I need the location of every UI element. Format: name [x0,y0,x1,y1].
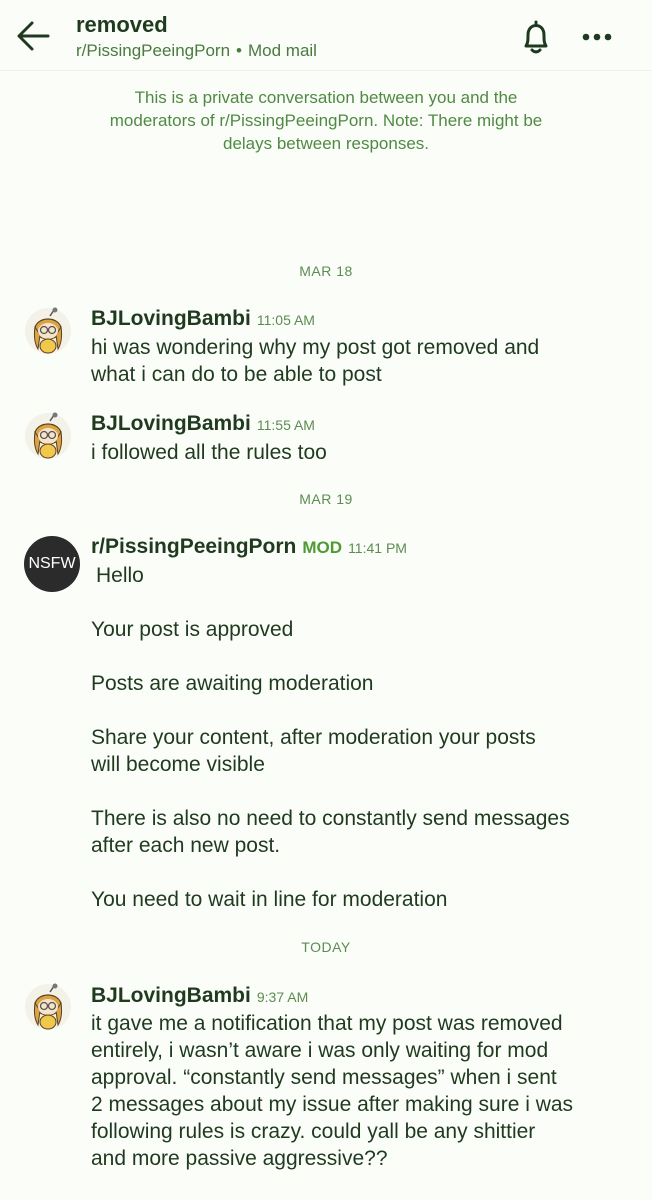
message-body: i followed all the rules too [91,439,631,466]
privacy-notice: This is a private conversation between y… [40,86,612,155]
message-line: approval. “constantly send messages” whe… [91,1066,557,1089]
section-label: Mod mail [247,41,317,60]
message-line: There is also no need to constantly send… [91,807,570,830]
message-body: it gave me a notification that my post w… [91,1010,631,1172]
message-line: and more passive aggressive?? [91,1147,388,1170]
message-header: BJLovingBambi 11:05 AM [91,307,315,331]
message-time: 11:05 AM [256,312,315,328]
back-button[interactable] [14,18,54,54]
arrow-left-icon [17,21,50,51]
snoo-avatar-icon [25,983,71,1030]
message-line: it gave me a notification that my post w… [91,1012,563,1035]
message-time: 11:41 PM [348,540,407,556]
message-line: after each new post. [91,834,281,857]
subreddit-avatar[interactable]: NSFW [24,536,80,592]
date-separator: TODAY [301,939,351,955]
message-author[interactable]: BJLovingBambi [91,412,251,435]
message-body: hi was wondering why my post got removed… [91,334,631,388]
notice-line: This is a private conversation between y… [134,88,518,107]
message-author[interactable]: r/PissingPeeingPorn [91,535,296,558]
message-paragraph: Hello [91,562,631,589]
message-line: i followed all the rules too [91,441,327,464]
message-paragraph: You need to wait in line for moderation [91,886,631,913]
conversation-title: removed [76,12,168,37]
message-paragraph: Your post is approved [91,616,631,643]
user-avatar[interactable] [24,412,72,460]
header: removed r/PissingPeeingPorn • Mod mail [0,0,652,71]
message-author[interactable]: BJLovingBambi [91,984,251,1007]
message-time: 9:37 AM [256,989,309,1005]
snoo-avatar-icon [25,307,71,354]
date-separator: MAR 19 [299,491,353,507]
conversation-subtitle: r/PissingPeeingPorn • Mod mail [76,41,317,61]
more-horizontal-icon [582,33,612,41]
message-line: entirely, i wasn’t aware i was only wait… [91,1039,549,1062]
message-line: You need to wait in line for moderation [91,888,448,911]
message-header: r/PissingPeeingPorn MOD 11:41 PM [91,535,407,559]
message-paragraph: Share your content, after moderation you… [91,724,631,778]
message-line: Hello [96,564,144,587]
message-line: Your post is approved [91,618,294,641]
message-line: hi was wondering why my post got removed… [91,336,540,359]
message-header: BJLovingBambi 11:55 AM [91,412,315,436]
message-author[interactable]: BJLovingBambi [91,307,251,330]
message-paragraph: Posts are awaiting moderation [91,670,631,697]
message-line: 2 messages about my issue after making s… [91,1093,574,1116]
message-header: BJLovingBambi 9:37 AM [91,984,308,1008]
snoo-avatar-icon [25,412,71,459]
message-paragraph: There is also no need to constantly send… [91,805,631,859]
subtitle-separator: • [236,41,242,60]
user-avatar[interactable] [24,307,72,355]
subreddit-link[interactable]: r/PissingPeeingPorn [76,41,230,60]
notifications-button[interactable] [517,18,555,58]
mod-badge: MOD [302,538,343,557]
bell-icon [524,20,548,54]
message-line: will become visible [91,753,265,776]
more-options-button[interactable] [578,22,618,52]
message-time: 11:55 AM [256,417,315,433]
message-line: Share your content, after moderation you… [91,726,536,749]
notice-line: delays between responses. [222,134,430,153]
notice-line: moderators of r/PissingPeeingPorn. Note:… [109,111,543,130]
user-avatar[interactable] [24,983,72,1031]
message-line: what i can do to be able to post [91,363,382,386]
date-separator: MAR 18 [299,263,353,279]
message-body: Hello Your post is approved Posts are aw… [91,562,631,913]
message-line: following rules is crazy. could yall be … [91,1120,536,1143]
message-line: Posts are awaiting moderation [91,672,374,695]
